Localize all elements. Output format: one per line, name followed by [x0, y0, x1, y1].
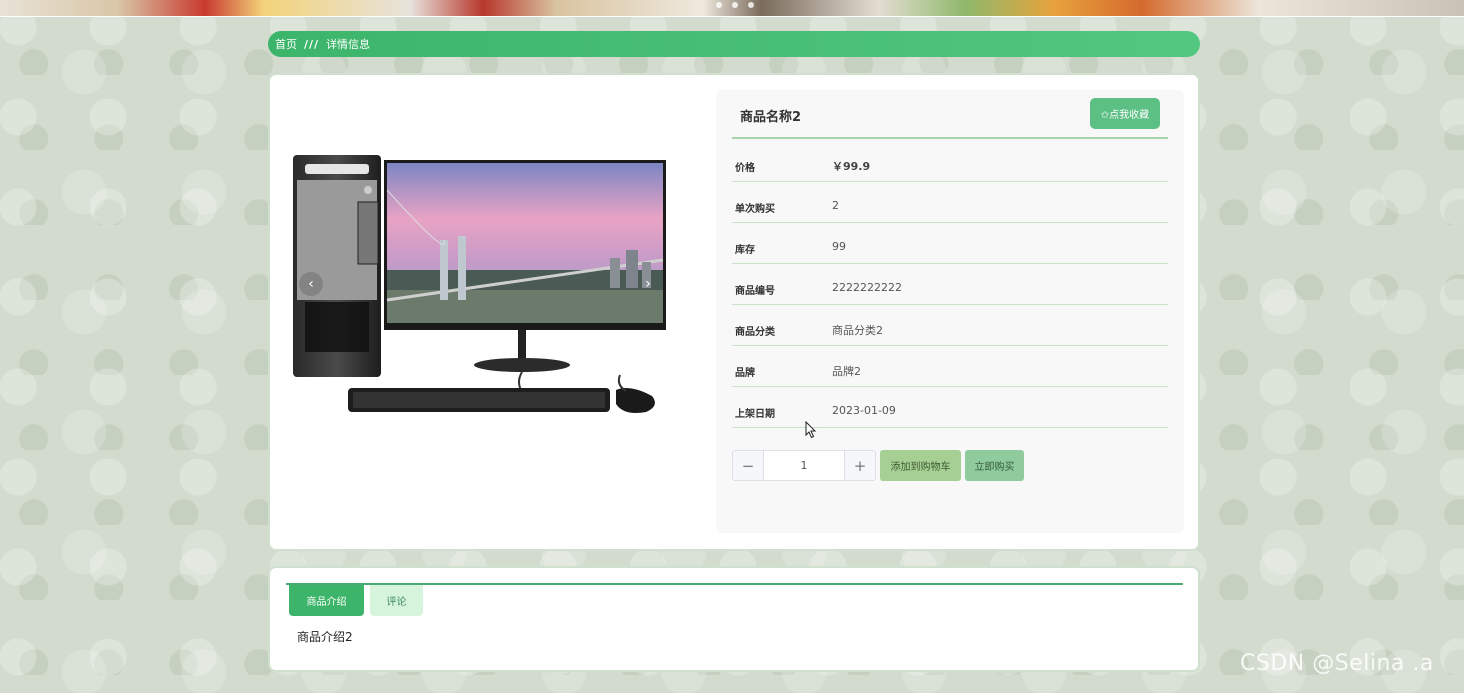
- attribute-value: 2: [832, 199, 839, 212]
- quantity-stepper: − +: [732, 450, 876, 481]
- attribute-value: 商品分类2: [832, 324, 883, 337]
- tab-comments[interactable]: 评论: [370, 585, 423, 616]
- attribute-row-stock: 库存 99: [732, 223, 1168, 264]
- tab-product-intro[interactable]: 商品介绍: [289, 585, 364, 616]
- mouse-cursor-icon: [805, 421, 817, 439]
- watermark: CSDN @Selina .a: [1240, 651, 1434, 676]
- title-row: 商品名称2 ✩点我收藏: [732, 90, 1168, 139]
- plus-icon[interactable]: +: [844, 451, 875, 480]
- top-banner: [0, 0, 1464, 17]
- attribute-value: 2222222222: [832, 281, 902, 294]
- attribute-label: 品牌: [735, 368, 755, 379]
- attribute-label: 商品分类: [735, 327, 775, 338]
- attribute-row-price: 价格 ￥99.9: [732, 141, 1168, 182]
- favorite-button[interactable]: ✩点我收藏: [1090, 98, 1160, 129]
- breadcrumb-current: 详情信息: [326, 38, 371, 51]
- attribute-label: 单次购买: [735, 204, 775, 215]
- add-to-cart-button[interactable]: 添加到购物车: [880, 450, 961, 481]
- attribute-row-single-purchase: 单次购买 2: [732, 182, 1168, 223]
- carousel-prev-icon[interactable]: ‹: [299, 272, 323, 296]
- attribute-row-brand: 品牌 品牌2: [732, 346, 1168, 387]
- attribute-value: 99: [832, 240, 846, 253]
- attribute-value: 品牌2: [832, 365, 861, 378]
- minus-icon[interactable]: −: [733, 451, 764, 480]
- purchase-actions: − + 添加到购物车 立即购买: [732, 450, 1024, 481]
- banner-indicator-dot[interactable]: [732, 2, 738, 8]
- attribute-label: 商品编号: [735, 286, 775, 297]
- quantity-input[interactable]: [764, 451, 844, 480]
- breadcrumb-home[interactable]: 首页: [275, 36, 297, 52]
- attribute-label: 价格: [735, 163, 755, 174]
- breadcrumb: 首页 /// 详情信息: [268, 31, 1200, 57]
- buy-now-button[interactable]: 立即购买: [965, 450, 1024, 481]
- product-info-panel: 商品名称2 ✩点我收藏 价格 ￥99.9 单次购买 2 库存 99 商品编号 2…: [716, 90, 1184, 533]
- attribute-value: ￥99.9: [832, 160, 871, 173]
- product-title: 商品名称2: [740, 110, 802, 125]
- attribute-row-category: 商品分类 商品分类2: [732, 305, 1168, 346]
- banner-indicator-dot[interactable]: [716, 2, 722, 8]
- banner-indicator-dot[interactable]: [748, 2, 754, 8]
- attribute-label: 上架日期: [735, 409, 775, 420]
- tab-content: 商品介绍2: [297, 630, 353, 644]
- attribute-value: 2023-01-09: [832, 404, 896, 417]
- breadcrumb-separator: ///: [304, 37, 320, 51]
- attribute-row-product-id: 商品编号 2222222222: [732, 264, 1168, 305]
- tabs-card: 商品介绍 评论 商品介绍2: [268, 566, 1200, 672]
- carousel-next-icon[interactable]: ›: [640, 274, 656, 294]
- product-attributes: 价格 ￥99.9 单次购买 2 库存 99 商品编号 2222222222 商品…: [732, 141, 1168, 428]
- attribute-row-listing-date: 上架日期 2023-01-09: [732, 387, 1168, 428]
- attribute-label: 库存: [735, 245, 755, 256]
- desktop-computer-image: [293, 155, 666, 413]
